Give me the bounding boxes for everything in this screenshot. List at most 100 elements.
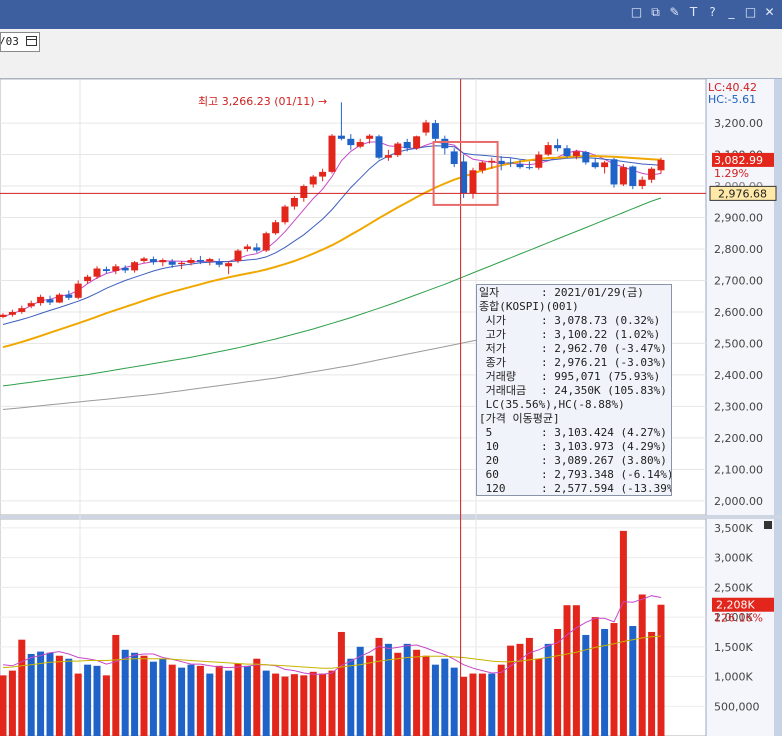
volume-bar bbox=[93, 665, 101, 736]
tooltip-key: 60 bbox=[479, 468, 499, 481]
volume-bar bbox=[554, 628, 562, 736]
candle-body bbox=[131, 262, 139, 271]
tooltip-key: 120 bbox=[479, 482, 506, 495]
panel-menu-icon bbox=[764, 521, 772, 529]
volume-bar bbox=[319, 673, 327, 736]
candle-body bbox=[159, 260, 167, 263]
volume-bar bbox=[65, 658, 73, 736]
candle-body bbox=[93, 268, 101, 277]
candle-body bbox=[225, 263, 233, 267]
candle-body bbox=[0, 314, 7, 317]
volume-bar bbox=[234, 663, 242, 736]
candle-body bbox=[168, 261, 176, 265]
tooltip-row: 거래량: 995,071 (75.93%) bbox=[479, 370, 671, 384]
chart-toolbar: /03 매도 bbox=[0, 29, 782, 105]
candle-body bbox=[431, 123, 439, 139]
candle-body bbox=[65, 294, 73, 298]
volume-bar bbox=[431, 664, 439, 736]
volume-bar bbox=[469, 673, 477, 736]
candle-body bbox=[516, 163, 524, 168]
volume-bar bbox=[206, 673, 214, 736]
tooltip-key: 종합(KOSPI)(001) bbox=[479, 300, 579, 313]
candle-body bbox=[591, 162, 599, 168]
candle-body bbox=[102, 269, 110, 272]
tooltip-value: : 24,350K (105.83%) bbox=[541, 384, 667, 397]
price-tick-label: 3,200.00 bbox=[714, 117, 763, 130]
candle-body bbox=[196, 260, 204, 262]
volume-bar bbox=[27, 653, 35, 736]
edit-icon[interactable]: ✎ bbox=[668, 6, 681, 19]
text-tool-icon[interactable]: T bbox=[687, 6, 700, 19]
volume-bar bbox=[55, 655, 63, 736]
price-tick-label: 2,500.00 bbox=[714, 337, 763, 350]
volume-bar bbox=[657, 604, 665, 736]
tooltip-row: 시가: 3,078.73 (0.32%) bbox=[479, 314, 671, 328]
volume-bar bbox=[441, 658, 449, 736]
volume-bar bbox=[253, 658, 261, 736]
volume-bar bbox=[102, 675, 110, 736]
candle-body bbox=[347, 138, 355, 146]
chart-area[interactable]: 3,200.003,100.003,000.002,900.002,800.00… bbox=[0, 78, 782, 737]
high-price-annotation: 최고 3,266.23 (01/11) → bbox=[198, 95, 327, 108]
volume-bar bbox=[629, 626, 637, 736]
minimize-icon[interactable]: _ bbox=[725, 6, 738, 19]
tooltip-key: 20 bbox=[479, 454, 499, 467]
candle-body bbox=[149, 259, 157, 263]
volume-tick-label: 1,500K bbox=[714, 641, 753, 654]
volume-bar bbox=[131, 652, 139, 736]
tooltip-row: 10: 3,103.973 (4.29%) bbox=[479, 440, 671, 454]
tooltip-value: : 2,577.594 (-13.39%) bbox=[541, 482, 671, 495]
tooltip-value: : 2,962.70 (-3.47%) bbox=[541, 342, 667, 355]
tooltip-key: 일자 bbox=[479, 286, 500, 299]
help-icon[interactable]: ? bbox=[706, 6, 719, 19]
candle-body bbox=[262, 233, 270, 251]
candle-body bbox=[563, 148, 571, 157]
candle-body bbox=[497, 160, 505, 164]
price-change-pct: 1.29% bbox=[714, 167, 749, 180]
volume-bar bbox=[196, 665, 204, 736]
candle-body bbox=[74, 283, 82, 298]
volume-bar bbox=[619, 530, 627, 736]
price-tick-label: 2,100.00 bbox=[714, 463, 763, 476]
price-tick-label: 2,200.00 bbox=[714, 432, 763, 445]
candle-body bbox=[478, 162, 486, 171]
candle-body bbox=[366, 135, 374, 139]
volume-bar bbox=[74, 673, 82, 736]
tooltip-row: 저가: 2,962.70 (-3.47%) bbox=[479, 342, 671, 356]
price-tick-label: 2,900.00 bbox=[714, 212, 763, 225]
candle-body bbox=[84, 276, 92, 282]
candle-body bbox=[121, 267, 129, 271]
restore-layout-icon[interactable]: ⧉ bbox=[649, 6, 662, 19]
tooltip-row: 종가: 2,976.21 (-3.03%) bbox=[479, 356, 671, 370]
tooltip-key: 고가 bbox=[479, 328, 506, 341]
candle-body bbox=[187, 260, 195, 263]
volume-bar bbox=[648, 631, 656, 736]
price-tick-label: 2,400.00 bbox=[714, 369, 763, 382]
layout-icon[interactable]: □ bbox=[630, 6, 643, 19]
candle-body bbox=[441, 138, 449, 149]
tooltip-row: 거래대금: 24,350K (105.83%) bbox=[479, 384, 671, 398]
date-input[interactable]: /03 bbox=[0, 32, 40, 52]
calendar-icon[interactable] bbox=[26, 36, 37, 46]
volume-bar bbox=[328, 670, 336, 736]
data-tooltip: 일자: 2021/01/29(금) 종합(KOSPI)(001) 시가: 3,07… bbox=[476, 284, 672, 496]
maximize-icon[interactable]: □ bbox=[744, 6, 757, 19]
volume-bar bbox=[366, 655, 374, 736]
tooltip-key: 시가 bbox=[479, 314, 506, 327]
volume-bar bbox=[281, 676, 289, 736]
volume-bar bbox=[384, 643, 392, 736]
candle-body bbox=[140, 258, 148, 261]
candle-body bbox=[281, 206, 289, 223]
candle-body bbox=[403, 141, 411, 149]
volume-bar bbox=[159, 658, 167, 736]
volume-tick-label: 1,000K bbox=[714, 671, 753, 684]
volume-bar bbox=[337, 631, 345, 736]
panel-splitter bbox=[0, 515, 782, 519]
candle-body bbox=[234, 250, 242, 261]
candle-body bbox=[18, 308, 26, 312]
close-icon[interactable]: ✕ bbox=[763, 6, 776, 19]
tooltip-row: 60: 2,793.348 (-6.14%) bbox=[479, 468, 671, 482]
candle-body bbox=[657, 159, 665, 171]
candle-body bbox=[460, 161, 468, 194]
tooltip-row: 고가: 3,100.22 (1.02%) bbox=[479, 328, 671, 342]
